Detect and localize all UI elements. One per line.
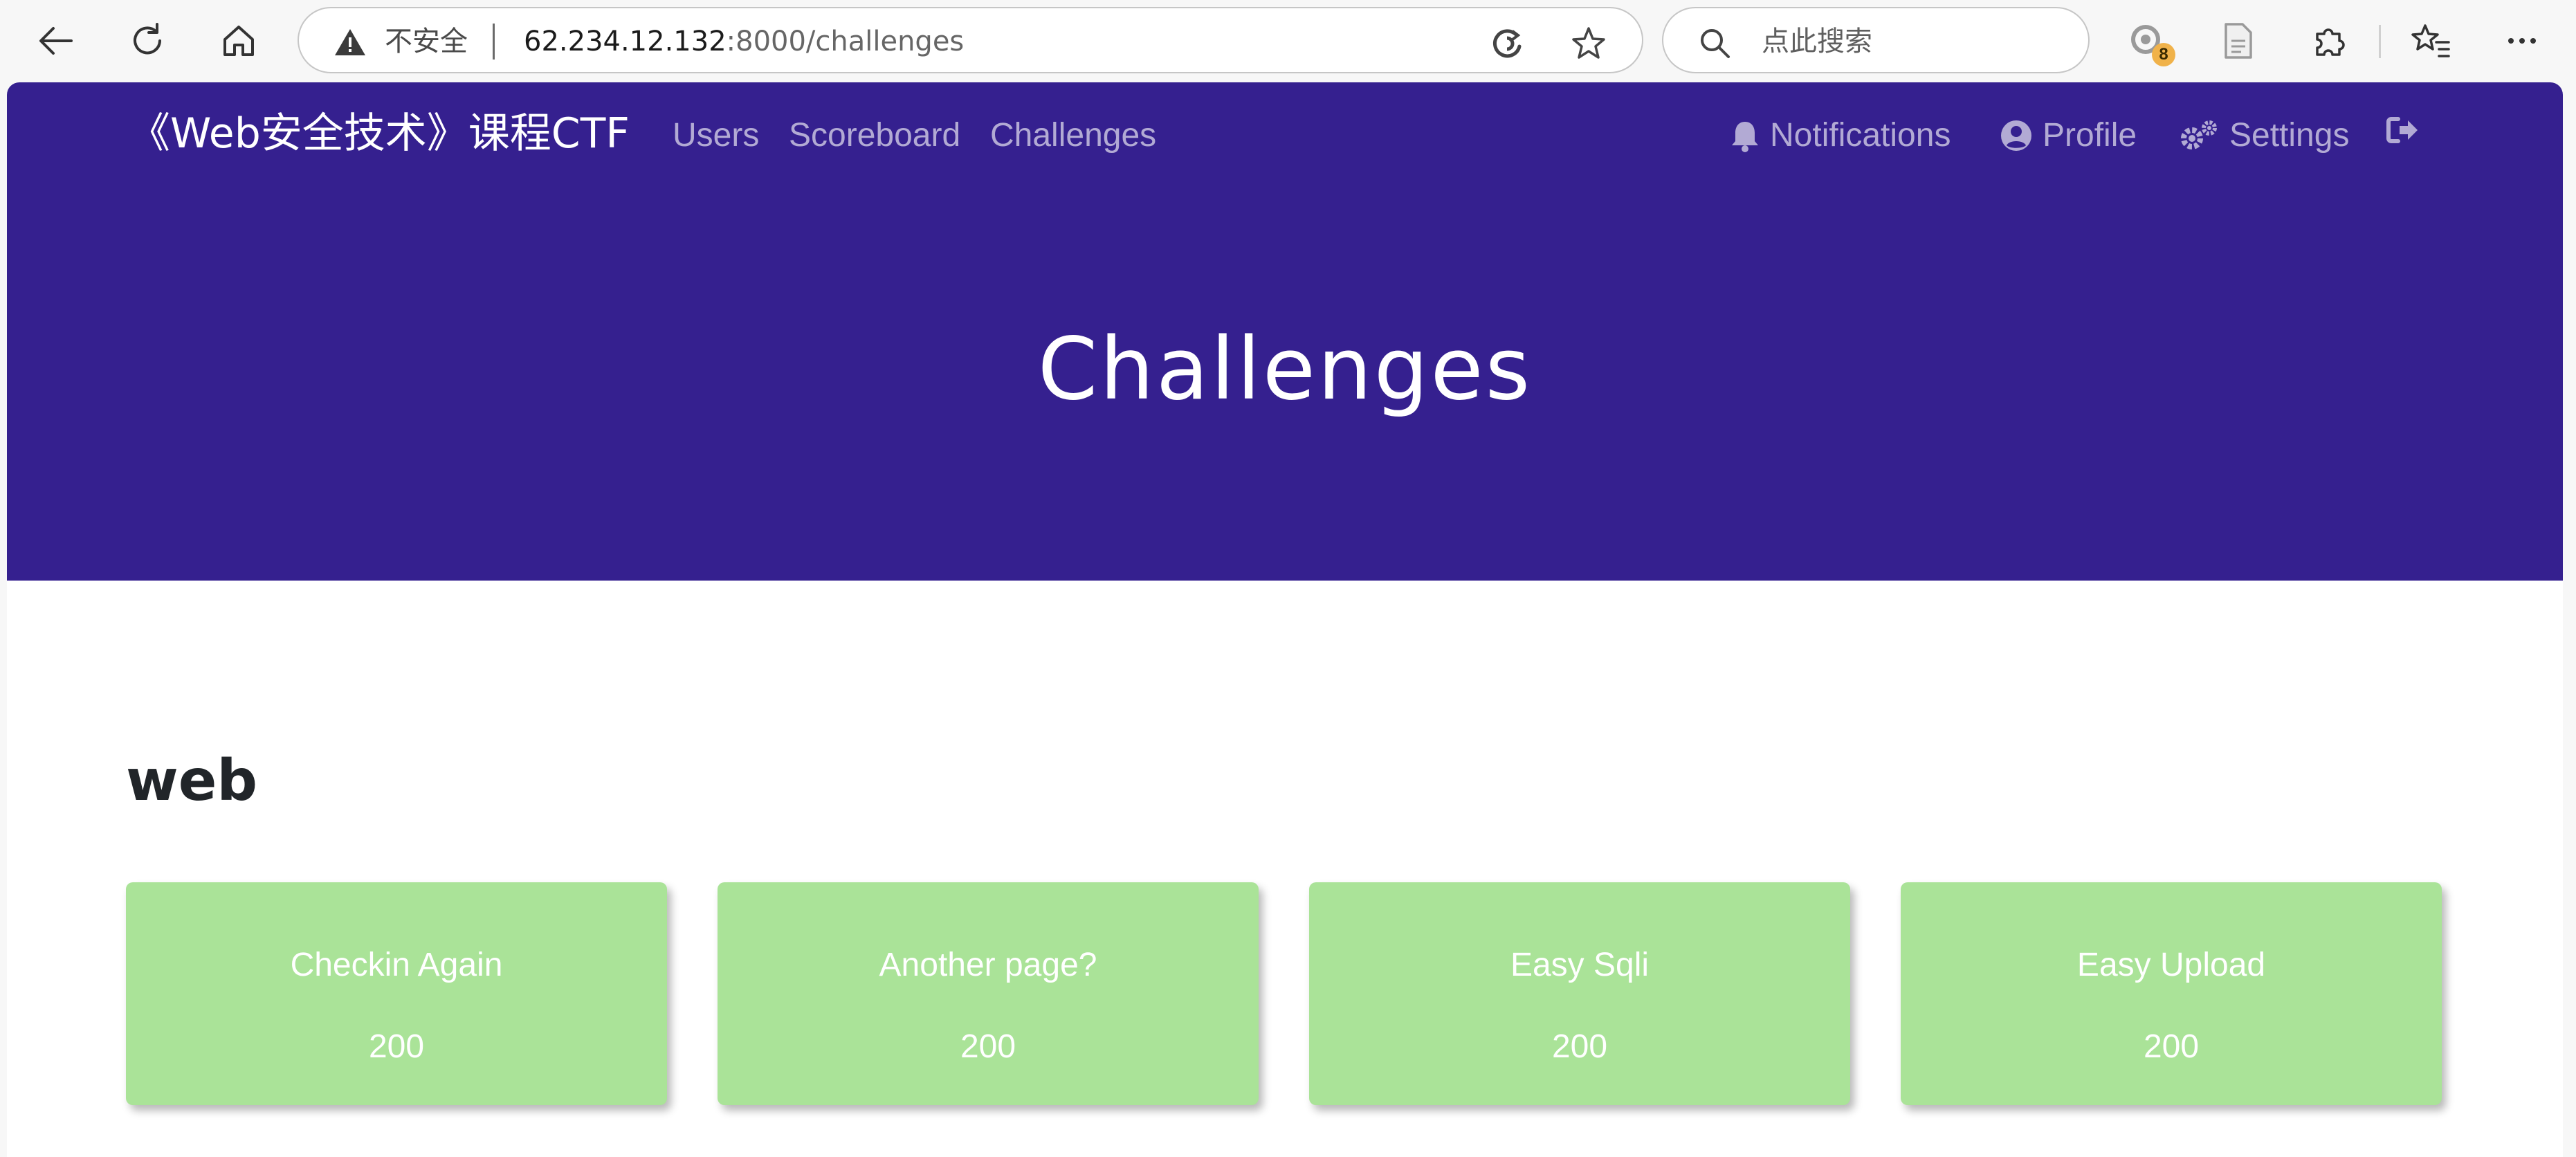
- challenge-name: Easy Upload: [2076, 947, 2266, 983]
- warning-icon: [335, 29, 365, 55]
- nav-logout[interactable]: [2386, 115, 2430, 145]
- search-icon: [1701, 29, 1730, 58]
- gears-icon: [2181, 120, 2217, 149]
- site-navbar: 《Web安全技术》课程CTF Users Scoreboard Challeng…: [7, 82, 2563, 165]
- challenge-name: Easy Sqli: [1510, 947, 1650, 983]
- read-aloud-icon[interactable]: [1489, 26, 1525, 62]
- nav-notifications[interactable]: Notifications: [1730, 115, 1951, 156]
- challenge-name: Checkin Again: [290, 947, 503, 983]
- challenge-points: 200: [368, 1028, 425, 1065]
- favorites-button[interactable]: [2400, 10, 2462, 72]
- challenge-points: 200: [1551, 1028, 1608, 1065]
- extensions-menu-button[interactable]: [2299, 10, 2361, 72]
- url-host: 62.234.12.132: [524, 26, 727, 57]
- back-icon: [39, 27, 73, 55]
- search-placeholder: 点此搜索: [1762, 26, 1872, 57]
- nav-notifications-label: Notifications: [1770, 117, 1951, 154]
- nav-settings[interactable]: Settings: [2178, 115, 2349, 156]
- favorite-star-icon[interactable]: [1571, 26, 1607, 62]
- user-circle-icon: [2001, 120, 2031, 151]
- more-icon: [2508, 38, 2536, 44]
- browser-toolbar: 不安全 62.234.12.132:8000/challenges 点此搜索 8: [0, 0, 2576, 82]
- reading-view-button[interactable]: [2207, 10, 2269, 72]
- back-button[interactable]: [25, 10, 87, 72]
- page-title: Challenges: [1037, 320, 1533, 419]
- challenge-points: 200: [2143, 1028, 2200, 1065]
- browser-search-box[interactable]: 点此搜索: [1662, 7, 2090, 73]
- bell-icon: [1732, 122, 1758, 152]
- challenge-name: Another page?: [879, 947, 1097, 983]
- nav-profile-label: Profile: [2043, 117, 2137, 154]
- extension-badge: 8: [2152, 43, 2175, 66]
- challenge-card-easy-sqli[interactable]: Easy Sqli 200: [1309, 882, 1850, 1105]
- nav-profile[interactable]: Profile: [2000, 115, 2137, 156]
- nav-challenges[interactable]: Challenges: [990, 115, 1156, 156]
- address-bar[interactable]: 不安全 62.234.12.132:8000/challenges: [298, 7, 1643, 73]
- home-button[interactable]: [208, 10, 270, 72]
- nav-settings-label: Settings: [2229, 117, 2350, 154]
- toolbar-divider: [2379, 25, 2381, 58]
- more-button[interactable]: [2491, 10, 2553, 72]
- challenge-points: 200: [960, 1028, 1016, 1065]
- challenge-card-easy-upload[interactable]: Easy Upload 200: [1901, 882, 2442, 1105]
- address-divider: [493, 24, 495, 60]
- web-page: 《Web安全技术》课程CTF Users Scoreboard Challeng…: [7, 82, 2563, 1157]
- home-icon: [223, 26, 254, 56]
- document-icon: [2225, 23, 2252, 59]
- favorites-icon: [2411, 24, 2450, 57]
- url-path: :8000/challenges: [726, 26, 965, 57]
- challenge-card-another-page[interactable]: Another page? 200: [718, 882, 1259, 1105]
- logout-icon: [2386, 117, 2418, 143]
- site-brand[interactable]: 《Web安全技术》课程CTF: [129, 109, 630, 158]
- page-hero: Challenges: [7, 165, 2563, 581]
- url-text[interactable]: 62.234.12.132:8000/challenges: [524, 25, 964, 58]
- refresh-button[interactable]: [116, 10, 179, 72]
- security-status[interactable]: 不安全: [385, 25, 468, 58]
- nav-scoreboard[interactable]: Scoreboard: [789, 115, 960, 156]
- puzzle-icon: [2316, 28, 2345, 56]
- category-heading: web: [126, 748, 258, 814]
- refresh-icon: [134, 23, 161, 55]
- challenge-card-checkin-again[interactable]: Checkin Again 200: [126, 882, 667, 1105]
- nav-users[interactable]: Users: [673, 115, 759, 156]
